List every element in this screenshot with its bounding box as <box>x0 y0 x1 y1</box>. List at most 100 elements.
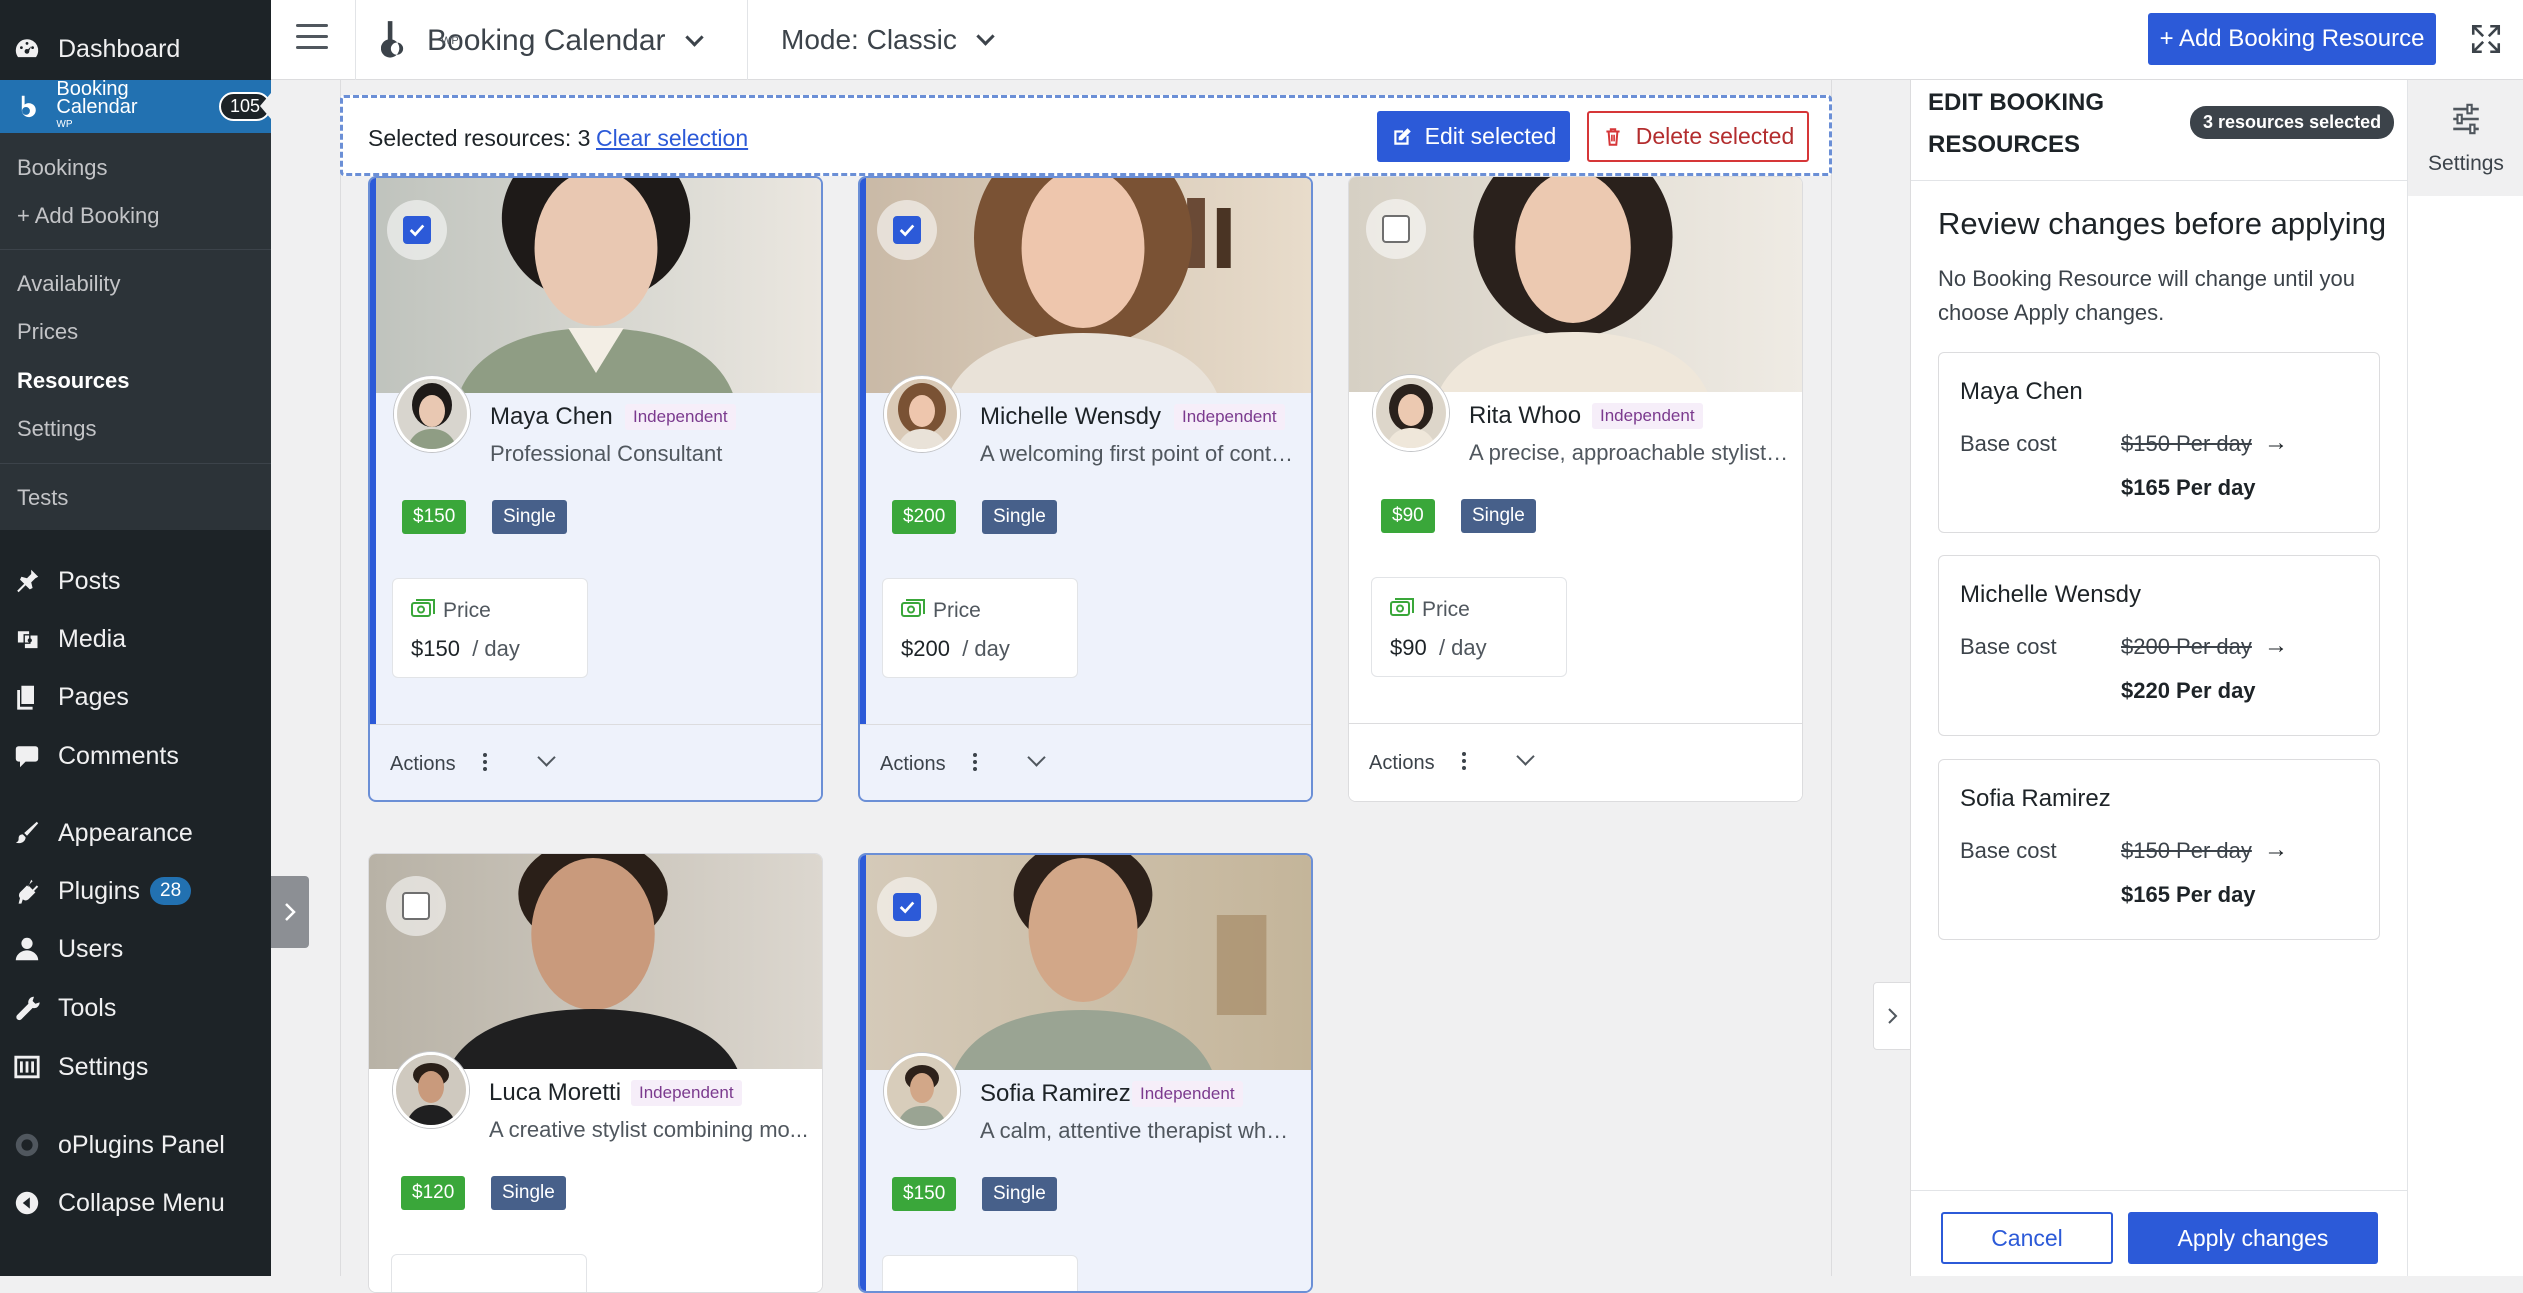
resource-type-badge: Independent <box>1174 404 1285 430</box>
fullscreen-icon[interactable] <box>2469 22 2503 56</box>
price-label: Price <box>443 599 491 622</box>
sliders-icon <box>2453 103 2479 135</box>
old-value: $150 Per day <box>2121 838 2252 863</box>
price-box: Price $90 / day <box>1371 577 1567 677</box>
more-vertical-icon[interactable] <box>972 751 978 773</box>
settings-tab[interactable]: Settings <box>2408 80 2523 196</box>
edit-selected-label: Edit selected <box>1424 123 1557 149</box>
menu-plugins-label: Plugins <box>58 876 140 905</box>
mode-selector[interactable]: Mode: Classic <box>781 24 995 56</box>
submenu-prices[interactable]: Prices <box>17 319 78 345</box>
collapse-menu-label: Collapse Menu <box>58 1188 225 1217</box>
chevron-down-icon[interactable] <box>1027 748 1046 767</box>
actions-label: Actions <box>390 753 456 775</box>
comments-icon <box>12 741 42 771</box>
submenu-tests[interactable]: Tests <box>17 485 68 511</box>
price-tag: $120 <box>401 1176 466 1210</box>
menu-dashboard[interactable]: Dashboard <box>0 30 271 68</box>
more-vertical-icon[interactable] <box>482 751 488 773</box>
trash-icon <box>1606 127 1620 146</box>
wrench-icon <box>12 993 42 1023</box>
resource-name: Sofia Ramirez <box>980 1080 1131 1107</box>
capacity-tag: Single <box>491 1176 566 1210</box>
review-title: Review changes before applying <box>1938 206 2387 241</box>
chevron-down-icon <box>684 27 704 47</box>
clear-selection-link[interactable]: Clear selection <box>596 125 748 152</box>
collapse-menu-button[interactable]: Collapse Menu <box>0 1184 271 1222</box>
submenu-resources[interactable]: Resources <box>17 368 130 394</box>
select-checkbox[interactable] <box>877 877 937 937</box>
avatar <box>1373 375 1449 451</box>
menu-pages-label: Pages <box>58 682 129 711</box>
resource-type-badge: Independent <box>1592 403 1703 429</box>
resource-card[interactable]: Michelle Wensdy Independent A welcoming … <box>858 176 1313 802</box>
select-checkbox[interactable] <box>386 876 446 936</box>
resource-card[interactable]: Sofia Ramirez Independent A calm, attent… <box>858 853 1313 1293</box>
resource-name: Luca Moretti <box>489 1079 622 1106</box>
oplugins-icon <box>12 1130 42 1160</box>
hamburger-menu-icon[interactable] <box>296 24 328 50</box>
select-checkbox[interactable] <box>387 200 447 260</box>
menu-booking-calendar-sub: WP <box>56 118 73 130</box>
menu-comments[interactable]: Comments <box>0 737 271 775</box>
capacity-tag: Single <box>1461 499 1536 533</box>
app-switcher[interactable]: Booking Calendar <box>381 18 704 64</box>
chevron-down-icon[interactable] <box>1516 747 1535 766</box>
menu-booking-calendar-label: Booking Calendar <box>56 77 138 118</box>
price-box <box>391 1254 587 1292</box>
sidebar-expand-toggle[interactable] <box>271 876 309 948</box>
chevron-right-icon <box>1888 1008 1898 1024</box>
more-vertical-icon[interactable] <box>1461 750 1467 772</box>
menu-tools[interactable]: Tools <box>0 989 271 1027</box>
old-value: $200 Per day <box>2121 634 2252 659</box>
price-value: $200 / day <box>901 636 1010 661</box>
menu-oplugins-panel[interactable]: oPlugins Panel <box>0 1126 271 1164</box>
add-booking-resource-button[interactable]: + Add Booking Resource <box>2148 13 2436 65</box>
menu-pages[interactable]: Pages <box>0 678 271 716</box>
cancel-button[interactable]: Cancel <box>1941 1212 2113 1264</box>
new-value: $165 Per day <box>2121 475 2256 500</box>
select-checkbox[interactable] <box>877 200 937 260</box>
edit-selected-button[interactable]: Edit selected <box>1377 111 1570 162</box>
resource-card[interactable]: Luca Moretti Independent A creative styl… <box>368 853 823 1293</box>
resource-name: Rita Whoo <box>1469 402 1582 429</box>
capacity-tag: Single <box>492 500 567 534</box>
booking-calendar-logo-icon <box>381 21 404 58</box>
change-card: Michelle Wensdy Base cost $200 Per day →… <box>1938 555 2380 736</box>
edit-icon <box>1393 127 1411 145</box>
submenu-availability[interactable]: Availability <box>17 271 121 297</box>
menu-oplugins-label: oPlugins Panel <box>58 1130 225 1159</box>
delete-selected-button[interactable]: Delete selected <box>1587 111 1809 162</box>
resource-card[interactable]: Maya Chen Independent Professional Consu… <box>368 176 823 802</box>
brush-icon <box>12 818 42 848</box>
menu-users[interactable]: Users <box>0 930 271 968</box>
menu-posts[interactable]: Posts <box>0 562 271 600</box>
change-resource-name: Sofia Ramirez <box>1960 785 2111 812</box>
change-resource-name: Maya Chen <box>1960 378 2083 405</box>
resource-type-badge: Independent <box>631 1080 742 1106</box>
submenu-bookings[interactable]: Bookings <box>17 155 108 181</box>
panel-collapse-toggle[interactable] <box>1873 982 1911 1050</box>
submenu-add-booking[interactable]: + Add Booking <box>17 203 160 229</box>
apply-changes-button[interactable]: Apply changes <box>2128 1212 2378 1264</box>
old-value: $150 Per day <box>2121 431 2252 456</box>
pin-icon <box>12 566 42 596</box>
price-tag: $90 <box>1381 499 1435 533</box>
price-box: Price $200 / day <box>882 578 1078 678</box>
app-subtitle: WP <box>441 35 459 47</box>
money-icon <box>1390 598 1414 616</box>
change-card: Maya Chen Base cost $150 Per day → $165 … <box>1938 352 2380 533</box>
submenu-settings[interactable]: Settings <box>17 416 97 442</box>
chevron-down-icon[interactable] <box>537 748 556 767</box>
price-label: Price <box>1422 598 1470 621</box>
avatar <box>884 376 960 452</box>
review-subtitle: No Booking Resource will change until yo… <box>1938 266 2356 325</box>
resource-card[interactable]: Rita Whoo Independent A precise, approac… <box>1348 176 1803 802</box>
menu-plugins[interactable]: Plugins 28 <box>0 872 271 910</box>
chevron-down-icon <box>976 26 995 46</box>
menu-settings[interactable]: Settings <box>0 1048 271 1086</box>
select-checkbox[interactable] <box>1366 199 1426 259</box>
menu-booking-calendar[interactable]: Booking Calendar WP 105 <box>0 77 271 133</box>
menu-appearance[interactable]: Appearance <box>0 814 271 852</box>
menu-media[interactable]: Media <box>0 620 271 658</box>
